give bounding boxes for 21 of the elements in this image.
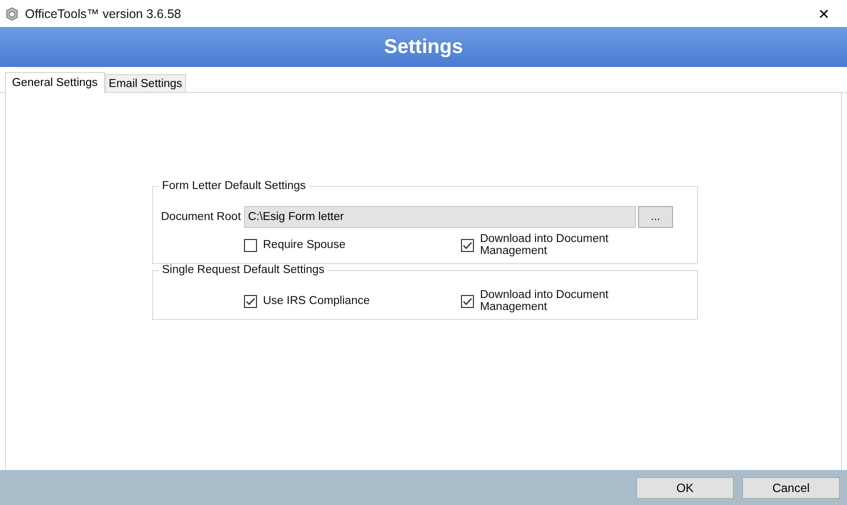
dialog-button[interactable]: OK <box>636 476 734 498</box>
checkbox[interactable] <box>461 238 474 252</box>
checkbox-label: Use IRS Compliance <box>263 295 370 307</box>
tab[interactable]: General Settings <box>5 72 105 93</box>
group-title: Single Request Default Settings <box>159 264 328 276</box>
tab[interactable]: Email Settings <box>104 74 186 92</box>
dialog-button[interactable]: Cancel <box>742 476 840 498</box>
field-label: Document Root <box>161 211 242 223</box>
browse-button[interactable]: ... <box>638 206 673 228</box>
input-field[interactable]: C:\Esig Form letter <box>244 206 636 228</box>
checkbox[interactable] <box>244 294 257 308</box>
checkbox[interactable] <box>244 238 257 252</box>
checkbox-label: Download into Document Management <box>480 289 610 313</box>
checkbox[interactable] <box>461 294 474 308</box>
window-title: OfficeTools™ version 3.6.58 <box>25 6 182 20</box>
checkbox-label: Download into Document Management <box>480 233 610 257</box>
checkbox-label: Require Spouse <box>263 239 346 251</box>
close-button[interactable]: ✕ <box>801 0 847 27</box>
app-icon <box>5 6 19 20</box>
header-title: Settings <box>384 36 463 58</box>
group-title: Form Letter Default Settings <box>159 180 309 192</box>
